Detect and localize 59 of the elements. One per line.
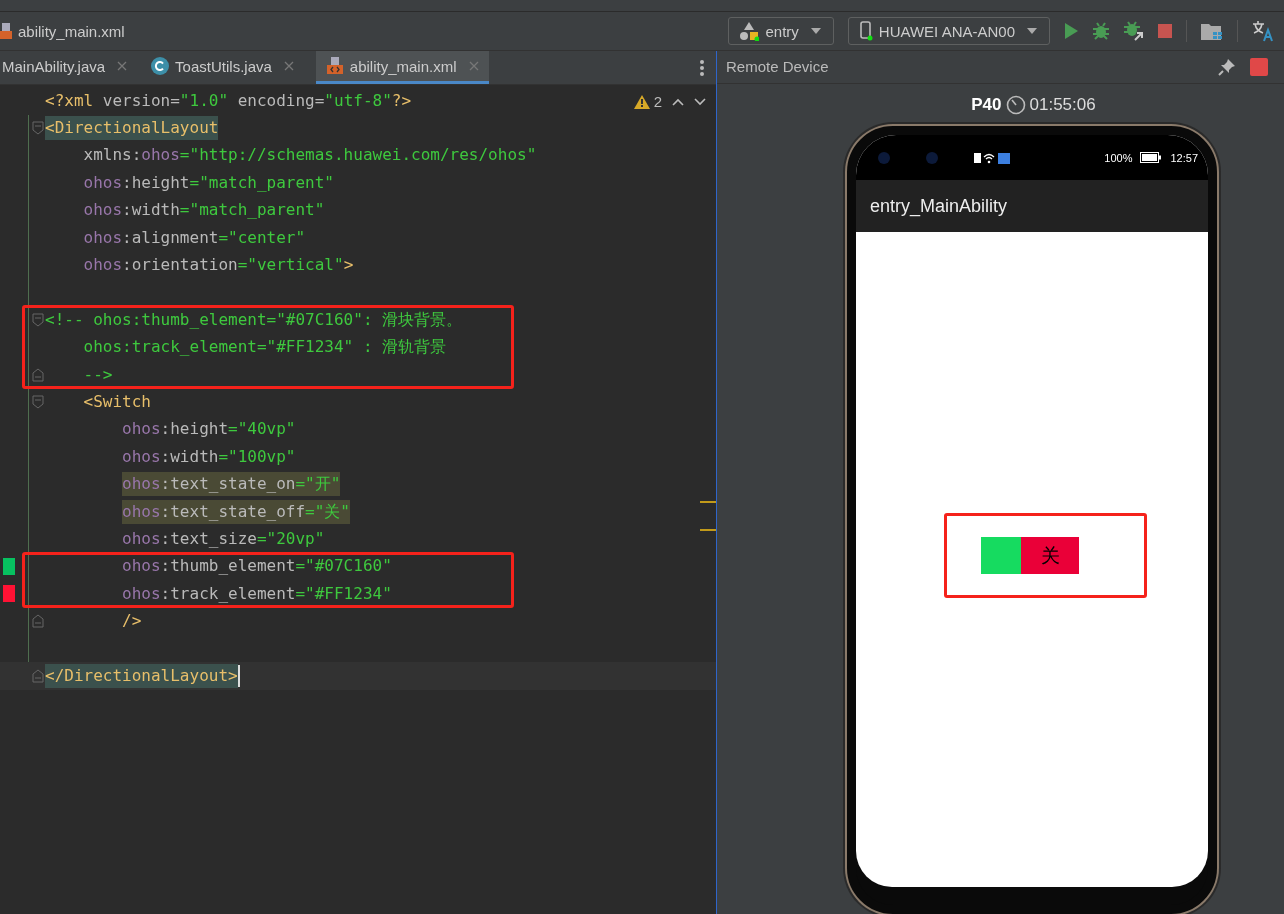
- code-line: ohos:height="40vp": [121, 418, 296, 441]
- folder-icon[interactable]: [1201, 22, 1223, 40]
- code-line: ohos:track_element="#FF1234" : 滑轨背景: [82, 336, 447, 359]
- code-line: -->: [82, 363, 113, 386]
- battery-icon: [1140, 152, 1163, 164]
- code-line: ohos:height="match_parent": [82, 171, 334, 194]
- phone-icon: [858, 21, 873, 41]
- device-dropdown[interactable]: HUAWEI ANA-AN00: [847, 17, 1050, 45]
- translate-icon[interactable]: [1252, 20, 1274, 42]
- code-line: ohos:alignment="center": [82, 226, 306, 249]
- caret-icon: [1027, 28, 1037, 34]
- code-line: <?xml version="1.0" encoding="utf-8"?>: [45, 89, 412, 112]
- stop-icon[interactable]: [1250, 57, 1268, 76]
- file-tab[interactable]: ToastUtils.java: [149, 51, 304, 84]
- close-icon[interactable]: [283, 61, 294, 71]
- fold-icon[interactable]: [32, 121, 44, 136]
- file-tab[interactable]: ability_main.xml: [315, 51, 489, 84]
- code-line: <Switch: [82, 391, 151, 413]
- shapes-icon: [739, 21, 760, 41]
- file-tab[interactable]: MainAbility.java: [0, 51, 138, 84]
- code-line: ohos:track_element="#FF1234": [121, 582, 392, 605]
- fold-icon[interactable]: [32, 313, 44, 328]
- warning-icon[interactable]: [633, 94, 650, 109]
- xml-file-icon: [0, 23, 14, 39]
- code-line: ohos:thumb_element="#07C160": [121, 555, 392, 578]
- more-icon[interactable]: [700, 60, 704, 76]
- code-line: xmlns:ohos="http://schemas.huawei.com/res/ohos": [82, 144, 537, 167]
- pin-icon[interactable]: [1218, 57, 1236, 76]
- class-icon: [151, 57, 170, 75]
- code-line: ohos:width="100vp": [121, 445, 296, 468]
- session-timer: 01:55:06: [1029, 94, 1096, 115]
- battery-percent: 100%: [1104, 151, 1133, 164]
- bug-attach-icon[interactable]: [1124, 21, 1144, 41]
- fold-icon[interactable]: [32, 669, 44, 684]
- status-clock: 12:57: [1170, 151, 1198, 164]
- code-line: <!-- ohos:thumb_element="#07C160": 滑块背景。: [45, 308, 463, 331]
- caret-icon: [810, 28, 821, 34]
- code-line: ohos:orientation="vertical">: [82, 254, 354, 277]
- fold-icon[interactable]: [32, 367, 44, 382]
- device-model: P40: [971, 94, 1002, 115]
- bug-icon[interactable]: [1092, 22, 1110, 40]
- timer-icon: [1005, 94, 1026, 115]
- run-icon[interactable]: [1064, 23, 1078, 39]
- panel-title: Remote Device: [726, 58, 830, 76]
- fold-icon[interactable]: [32, 614, 44, 629]
- code-line: />: [121, 610, 142, 633]
- code-line: ohos:text_size="20vp": [121, 527, 325, 550]
- breadcrumb-file[interactable]: ability_main.xml: [18, 22, 125, 40]
- xml-file-icon: [325, 57, 344, 75]
- close-icon[interactable]: [468, 61, 479, 71]
- camera-icon: [926, 151, 938, 164]
- camera-icon: [878, 151, 890, 164]
- run-config-dropdown[interactable]: entry: [728, 17, 834, 45]
- close-icon[interactable]: [117, 61, 128, 71]
- toggle-switch[interactable]: 关: [981, 537, 1079, 575]
- fold-icon[interactable]: [32, 395, 44, 410]
- code-line: ohos:width="match_parent": [82, 199, 325, 222]
- app-title: entry_MainAbility: [870, 195, 1008, 217]
- warning-count[interactable]: 2: [653, 93, 662, 110]
